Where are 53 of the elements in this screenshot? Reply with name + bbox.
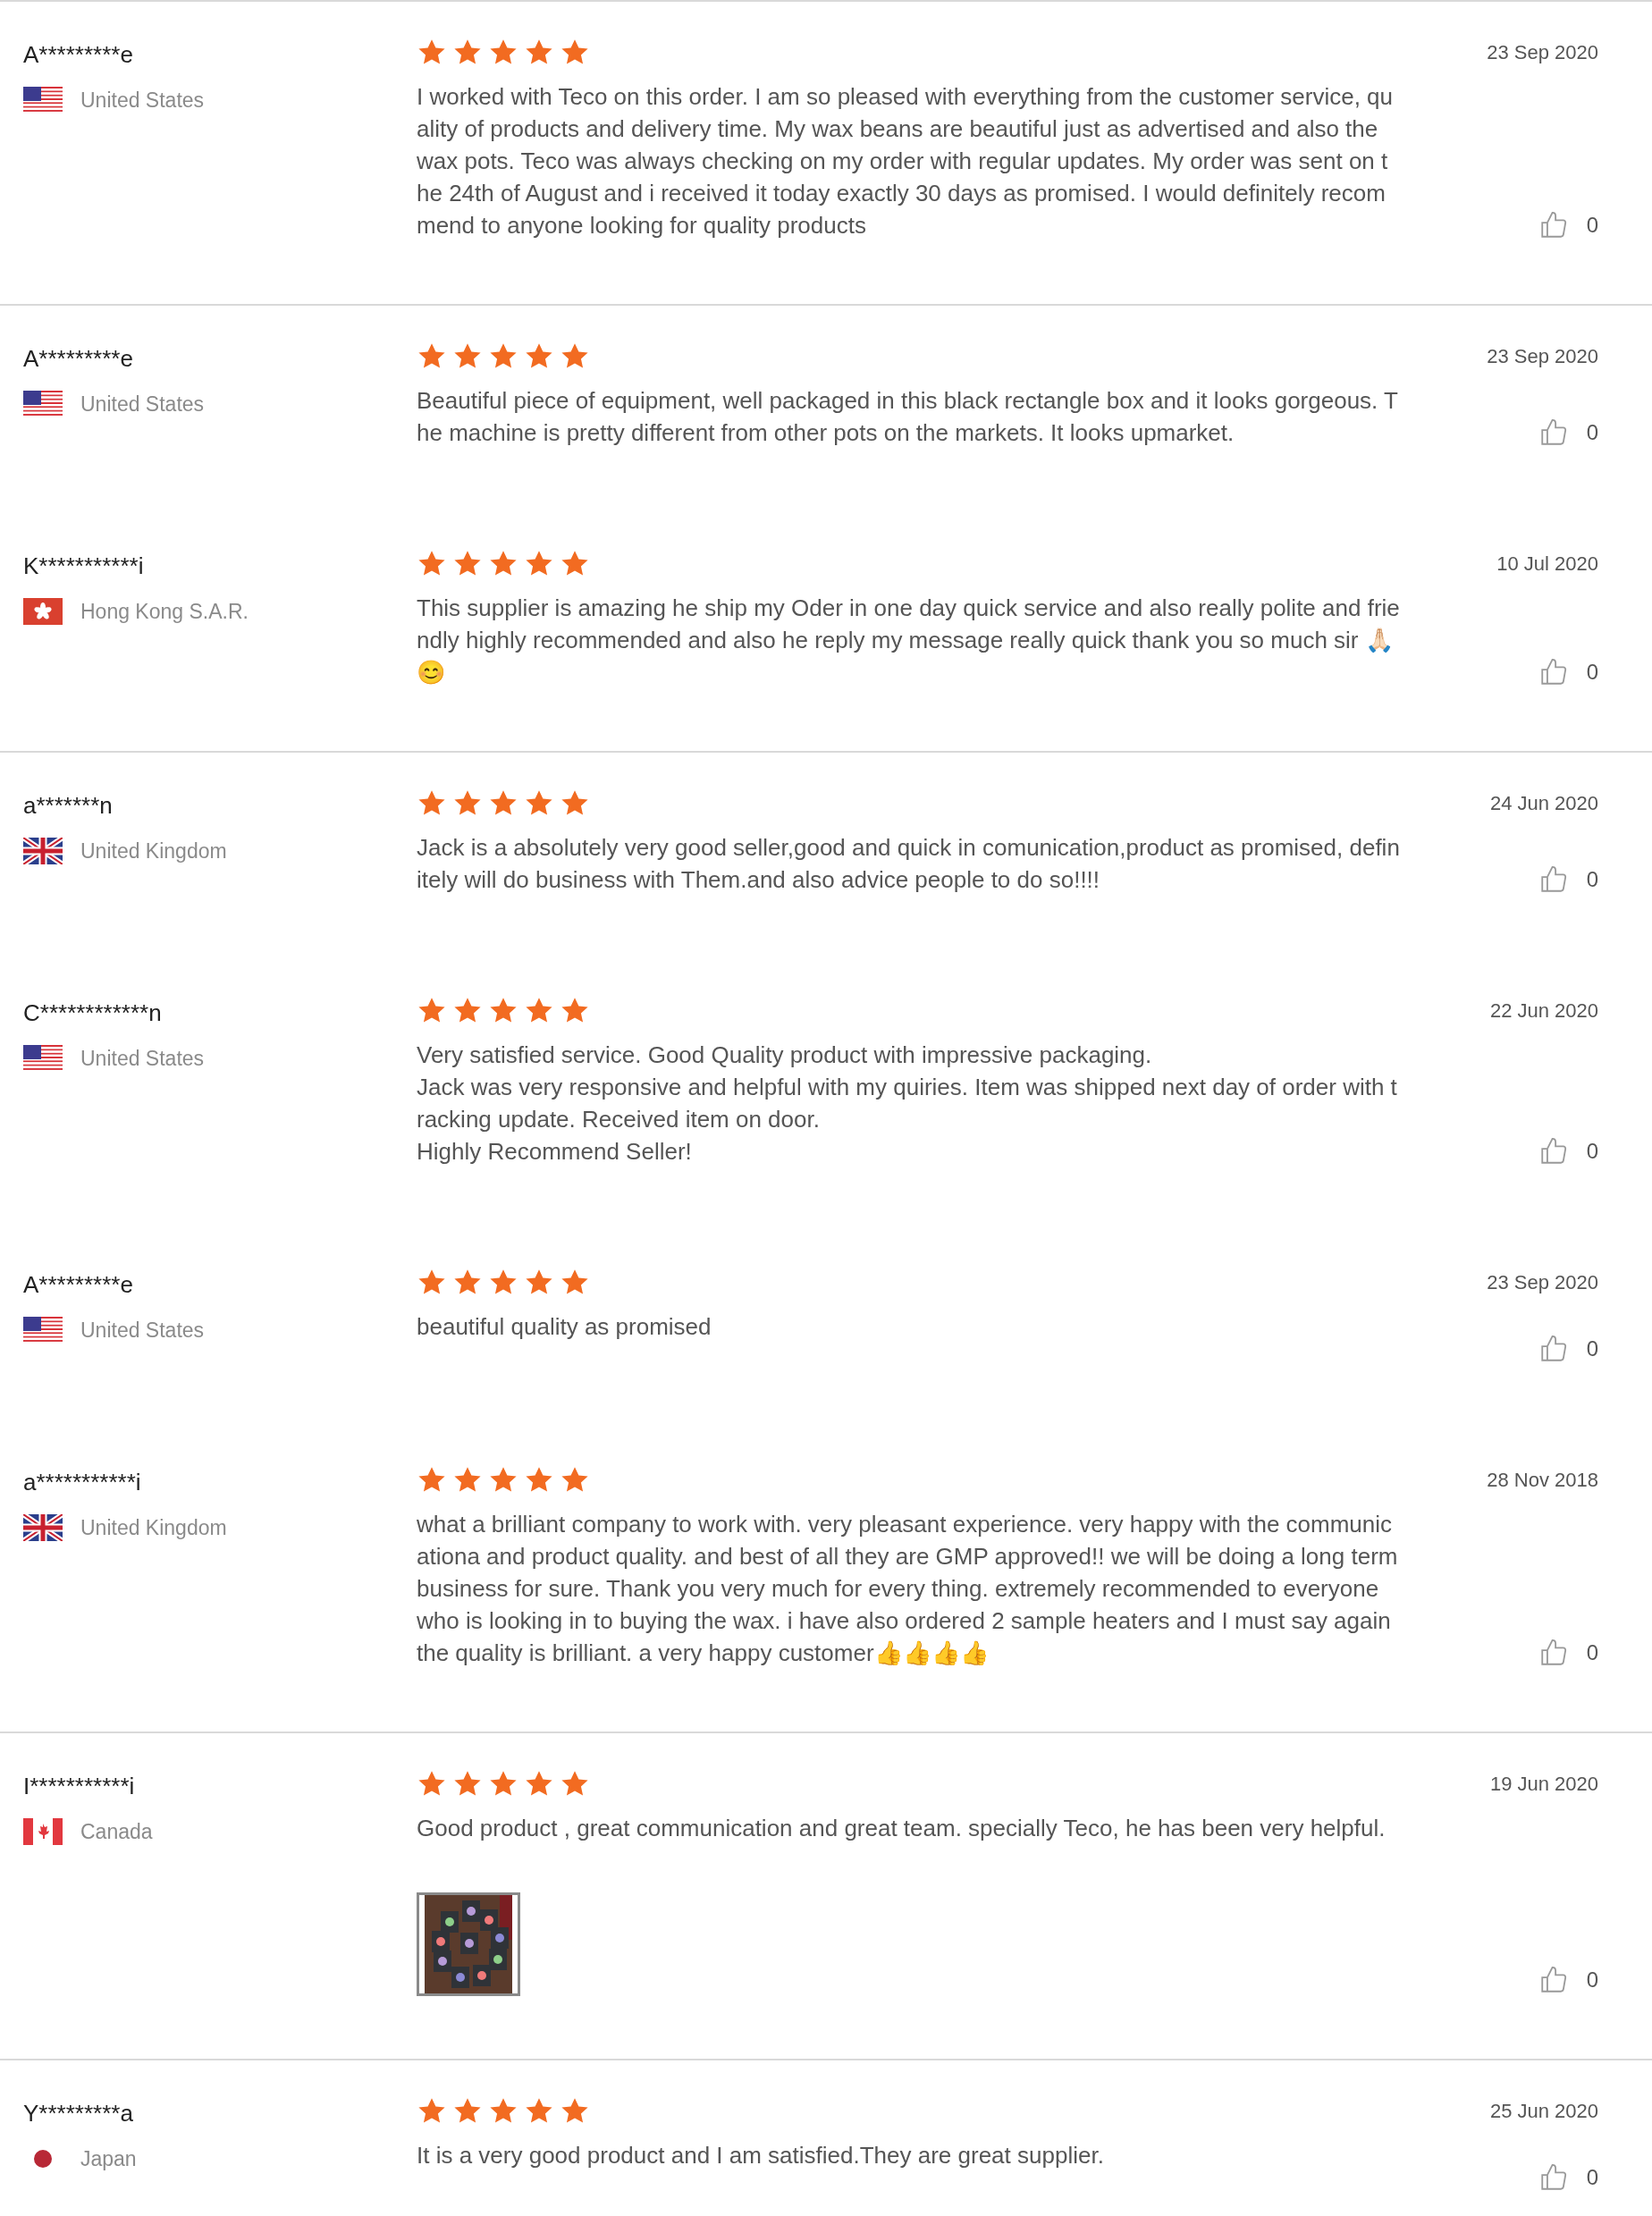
review-date: 25 Jun 2020 <box>1489 2099 1598 2124</box>
flag-icon <box>23 87 63 114</box>
like-count: 0 <box>1586 866 1598 893</box>
review-text: Beautiful piece of equipment, well packaged in this black rectangle box and it looks gorgeous. The machine is pretty different from other pots on the markets. It looks upmarket. <box>417 386 1399 448</box>
review-text: what a brilliant company to work with. very pleasant experience. very happy with the communicationa and product quality. and best of all they are GMP approved!! we will be doing a long term business for sure. Thank you very much for every thing. extremely recommended to everyone who is looking in to buying the wax. i have also ordered 2 sample heaters and I must say again the quality is brilliant. a very happy customer👍👍👍👍 <box>417 1510 1399 1668</box>
country-name: United States <box>80 1046 205 1072</box>
review-text: Good product , great communication and great team. specially Teco, he has been very helpful. <box>417 1814 1386 1843</box>
country-name: United Kingdom <box>80 1515 227 1541</box>
reviewer-name: A*********e <box>23 344 134 374</box>
reviewer-name: I***********i <box>23 1772 136 1801</box>
review-text: Very satisfied service. Good Quality product with impressive packaging. Jack was very responsive and helpful with my quiries. Item was shipped next day of order with tracking update. Received item on door. Highly Recommend Seller! <box>417 1041 1398 1167</box>
country-name: Japan <box>80 2146 137 2172</box>
review-text: It is a very good product and I am satisfied.They are great supplier. <box>417 2141 1105 2170</box>
review-date: 19 Jun 2020 <box>1489 1772 1598 1797</box>
review-date: 23 Sep 2020 <box>1487 40 1598 65</box>
reviewer-name: a*******n <box>23 791 114 821</box>
flag-icon <box>23 1514 63 1542</box>
country-name: United States <box>80 1318 205 1344</box>
review-date: 23 Sep 2020 <box>1487 1270 1598 1295</box>
like-count: 0 <box>1586 419 1598 446</box>
review-text: I worked with Teco on this order. I am so pleased with everything from the customer service, quality of products and delivery time. My wax beans are beautiful just as advertised and also the wax pots. Teco was always checking on my order with regular updates. My order was sent on the 24th of August and i received it today exactly 30 days as promised. I would definitely recommend to anyone looking for quality products <box>417 82 1395 240</box>
like-count: 0 <box>1586 1138 1598 1165</box>
review-date: 22 Jun 2020 <box>1489 998 1598 1024</box>
flag-icon <box>23 598 63 626</box>
review-date: 23 Sep 2020 <box>1487 344 1598 369</box>
like-count: 0 <box>1586 1335 1598 1362</box>
flag-icon <box>23 1045 63 1073</box>
like-count: 0 <box>1586 212 1598 239</box>
like-count: 0 <box>1586 1967 1598 1993</box>
country-name: United States <box>80 392 205 417</box>
flag-icon <box>23 1818 63 1846</box>
reviewer-name: Y*********a <box>23 2099 134 2128</box>
reviewer-name: K***********i <box>23 552 145 581</box>
reviewer-name: C************n <box>23 998 163 1028</box>
country-name: Canada <box>80 1819 153 1845</box>
review-text: This supplier is amazing he ship my Oder in one day quick service and also really polite and friendly highly recommended and also he reply my message really quick thank you so much sir 🙏🏻😊 <box>417 594 1400 687</box>
like-count: 0 <box>1586 2164 1598 2191</box>
review-text: beautiful quality as promised <box>417 1312 712 1342</box>
country-name: United Kingdom <box>80 838 227 864</box>
flag-icon <box>23 1317 63 1344</box>
review-text: Jack is a absolutely very good seller,good and quick in comunication,product as promised, definitely will do business with Them.and also advice people to do so!!!! <box>417 833 1400 895</box>
like-count: 0 <box>1586 1639 1598 1666</box>
country-name: Hong Kong S.A.R. <box>80 599 249 625</box>
country-name: United States <box>80 88 205 114</box>
flag-icon <box>23 838 63 865</box>
reviewer-name: a***********i <box>23 1468 142 1497</box>
flag-icon <box>23 391 63 418</box>
reviewer-name: A*********e <box>23 40 134 70</box>
review-date: 10 Jul 2020 <box>1496 552 1598 577</box>
like-count: 0 <box>1586 659 1598 686</box>
review-date: 24 Jun 2020 <box>1489 791 1598 816</box>
review-date: 28 Nov 2018 <box>1487 1468 1598 1493</box>
reviewer-name: A*********e <box>23 1270 134 1300</box>
